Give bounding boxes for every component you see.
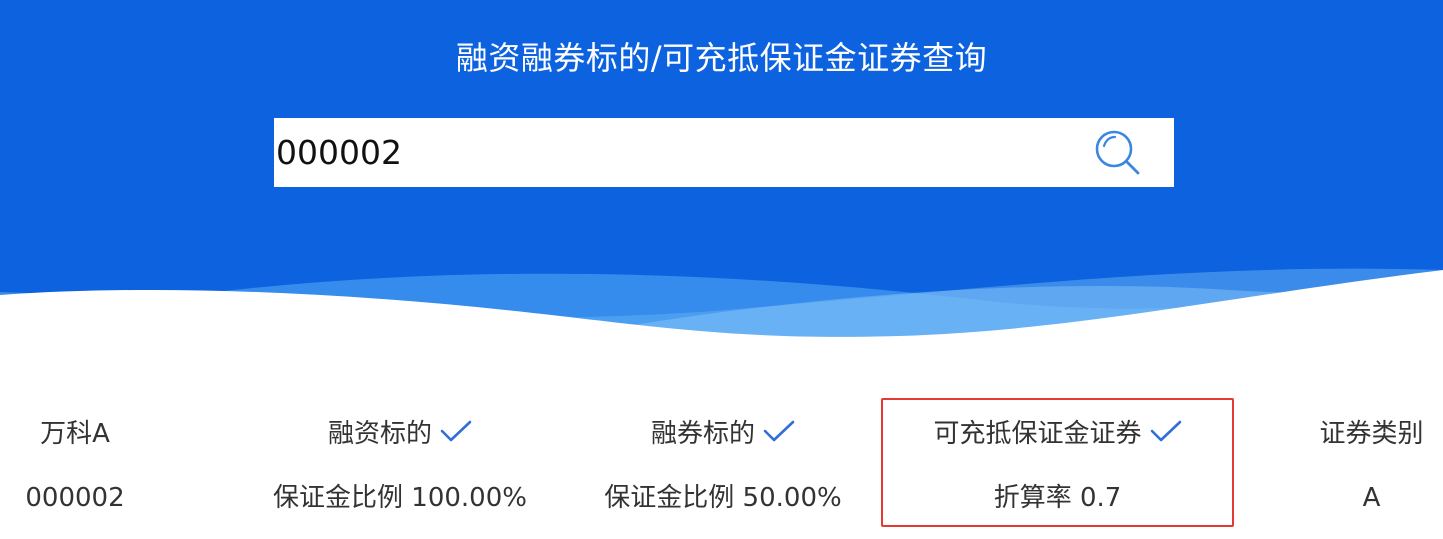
stock-name: 万科A	[40, 419, 110, 449]
securities-lending-label: 融券标的	[650, 419, 755, 449]
search-icon	[1095, 130, 1140, 175]
check-icon	[440, 420, 472, 441]
hero-banner: 融资融券标的/可充抵保证金证券查询	[0, 0, 1443, 345]
search-input[interactable]	[276, 118, 1076, 187]
category-label: 证券类别	[1319, 419, 1424, 449]
search-button[interactable]	[1092, 128, 1146, 178]
securities-lending-column: 融券标的 保证金比例 50.00%	[573, 400, 873, 530]
margin-financing-column: 融资标的 保证金比例 100.00%	[250, 400, 550, 530]
margin-financing-label: 融资标的	[327, 419, 432, 449]
category-column: 证券类别 A	[1300, 400, 1443, 530]
stock-column: 万科A 000002	[0, 400, 150, 530]
check-icon	[763, 420, 795, 441]
margin-financing-header: 融资标的	[250, 416, 550, 452]
collateral-highlight-box	[881, 398, 1234, 527]
stock-code: 000002	[25, 483, 125, 513]
page-title: 融资融券标的/可充抵保证金证券查询	[455, 39, 988, 77]
search-bar	[274, 118, 1174, 187]
margin-financing-ratio: 保证金比例 100.00%	[273, 483, 527, 513]
category-value: A	[1362, 483, 1381, 513]
securities-lending-header: 融券标的	[573, 416, 873, 452]
securities-lending-ratio: 保证金比例 50.00%	[604, 483, 842, 513]
